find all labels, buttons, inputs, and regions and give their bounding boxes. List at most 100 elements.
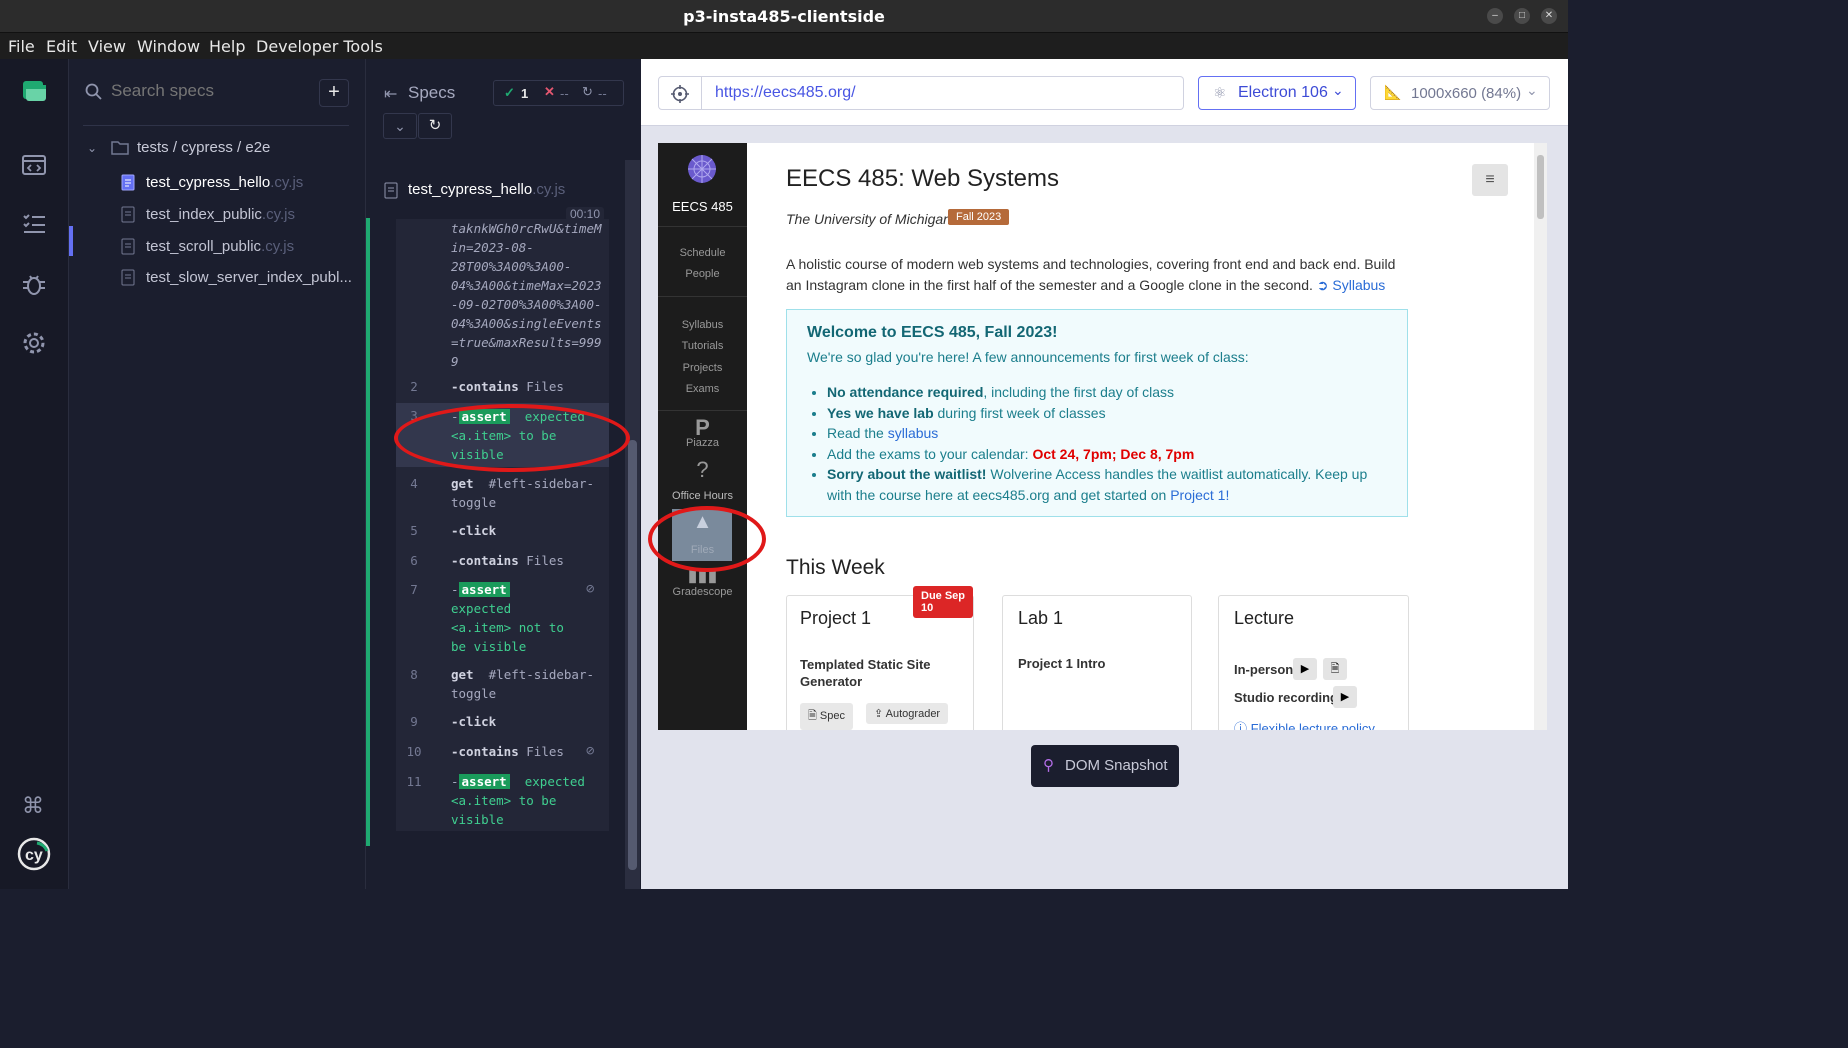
play-icon[interactable]: ▶ — [1333, 686, 1357, 708]
running-spec-ext: .cy.js — [532, 181, 566, 198]
spec-file-ext: .cy.js — [261, 238, 295, 255]
syllabus-inline-link[interactable]: syllabus — [888, 425, 939, 441]
divider — [83, 125, 349, 126]
site-brand[interactable]: EECS 485 — [658, 199, 747, 214]
close-button[interactable]: ✕ — [1541, 8, 1557, 24]
maximize-button[interactable]: □ — [1514, 8, 1530, 24]
folder-row[interactable]: ⌄ tests / cypress / e2e — [87, 139, 270, 156]
site-nav-people[interactable]: People — [658, 268, 747, 280]
spec-button[interactable]: 🗎 Spec — [800, 703, 853, 730]
site-nav-exams[interactable]: Exams — [658, 383, 747, 395]
menu-hamburger-icon[interactable]: ≡ — [1472, 164, 1508, 196]
command-row-assert[interactable]: 11 - assert expected <a.item> to be visible — [396, 772, 609, 831]
syllabus-link[interactable]: ➲ Syllabus — [1317, 277, 1386, 293]
menu-window[interactable]: Window — [137, 37, 200, 56]
failed-count: -- — [560, 86, 569, 101]
document-icon — [384, 182, 398, 199]
pdf-icon[interactable]: 🗎 — [1323, 658, 1347, 680]
command-row[interactable]: 4 get #left-sidebar-toggle — [396, 474, 609, 516]
menu-developer-tools[interactable]: Developer Tools — [256, 37, 383, 56]
card-title: Lab 1 — [1018, 608, 1064, 628]
command-row[interactable]: 2 -contains Files — [396, 377, 609, 399]
this-week-heading: This Week — [786, 556, 885, 579]
folder-icon — [111, 141, 129, 155]
browser-selector[interactable]: ⚛ Electron 106 ⌄ — [1198, 76, 1356, 110]
term-badge: Fall 2023 — [948, 209, 1010, 225]
announcement-item: Sorry about the waitlist! Wolverine Acce… — [827, 464, 1397, 505]
cypress-logo-icon[interactable] — [20, 77, 48, 105]
back-arrow-icon[interactable]: ⇤ — [384, 84, 397, 104]
document-icon — [121, 269, 135, 286]
specs-icon[interactable] — [20, 210, 48, 238]
site-description: A holistic course of modern web systems … — [786, 256, 1396, 293]
lecture-policy-link[interactable]: ⓘ Flexible lecture policy — [1234, 718, 1375, 730]
search-row: + — [83, 79, 349, 109]
collapse-chevron-button[interactable]: ⌄ — [383, 113, 417, 139]
settings-gear-icon[interactable] — [20, 329, 48, 357]
annotation-circle — [648, 506, 766, 572]
window-titlebar: p3-insta485-clientside – □ ✕ — [0, 0, 1568, 33]
document-icon — [121, 238, 135, 255]
reporter-scrollbar[interactable] — [625, 160, 640, 889]
document-icon — [121, 174, 135, 191]
menu-help[interactable]: Help — [209, 37, 245, 56]
menu-edit[interactable]: Edit — [46, 37, 77, 56]
divider — [658, 410, 747, 411]
running-spec-name: test_cypress_hello — [408, 181, 533, 198]
command-row[interactable]: 10 -contains Files ⊘ — [396, 742, 609, 764]
card-subtitle: Templated Static Site Generator — [800, 657, 931, 689]
scrollbar-thumb[interactable] — [628, 440, 637, 870]
electron-icon: ⚛ — [1213, 85, 1227, 102]
url-field[interactable]: https://eecs485.org/ — [702, 76, 1184, 110]
debug-bug-icon[interactable] — [20, 270, 48, 298]
site-nav-office-hours[interactable]: Office Hours — [658, 490, 747, 502]
site-nav-projects[interactable]: Projects — [658, 362, 747, 374]
runs-icon[interactable] — [20, 151, 48, 179]
command-row[interactable]: 8 get #left-sidebar-toggle — [396, 665, 609, 707]
visit-url-text: taknkWGh0rcRwU&timeM in=2023-08- 28T00%3A0… — [451, 221, 602, 369]
running-spec-row: test_cypress_hello.cy.js 00:10 — [366, 163, 626, 221]
in-person-label: In-person — [1234, 662, 1294, 677]
announcement-item: Yes we have lab during first week of cla… — [827, 403, 1397, 424]
project1-link[interactable]: Project 1! — [1170, 487, 1229, 503]
command-row[interactable]: 6 -contains Files — [396, 551, 609, 573]
selector-playground-button[interactable] — [658, 76, 702, 110]
autograder-button[interactable]: ⇪ Autograder — [866, 703, 949, 724]
play-icon[interactable]: ▶ — [1293, 658, 1317, 680]
search-specs-input[interactable] — [111, 81, 311, 101]
site-main: EECS 485: Web Systems The University of … — [786, 143, 1546, 730]
command-row[interactable]: 5 -click — [396, 521, 609, 543]
ruler-icon: 📐 — [1384, 84, 1402, 100]
dom-snapshot-label: DOM Snapshot — [1065, 757, 1168, 774]
cy-logo-icon[interactable]: cy — [17, 837, 51, 871]
divider — [658, 296, 747, 297]
viewport-selector[interactable]: 📐 1000x660 (84%) ⌄ — [1370, 76, 1550, 110]
studio-recordings-label: Studio recordings — [1234, 690, 1346, 705]
crosshair-icon — [671, 85, 689, 103]
viewport-label: 1000x660 (84%) — [1411, 85, 1522, 102]
minimize-button[interactable]: – — [1487, 8, 1503, 24]
menu-file[interactable]: File — [8, 37, 35, 56]
specs-header-label[interactable]: Specs — [408, 83, 455, 103]
site-scrollbar[interactable] — [1534, 143, 1547, 730]
add-spec-button[interactable]: + — [319, 79, 349, 107]
site-nav-schedule[interactable]: Schedule — [658, 247, 747, 259]
site-nav-gradescope[interactable]: Gradescope — [658, 586, 747, 598]
dom-snapshot-pill[interactable]: ⚲ DOM Snapshot — [1031, 745, 1179, 787]
project-card: Project 1 Due Sep 10 Templated Static Si… — [786, 586, 974, 730]
command-row-assert[interactable]: 7 - assert expected <a.item> not to be visib… — [396, 580, 609, 654]
site-nav-piazza[interactable]: Piazza — [658, 437, 747, 449]
rerun-button[interactable]: ↻ — [418, 113, 452, 139]
url-bar: https://eecs485.org/ ⚛ Electron 106 ⌄ 📐 … — [641, 59, 1568, 126]
site-subtitle: The University of Michigan — [786, 211, 951, 227]
menu-view[interactable]: View — [88, 37, 126, 56]
spec-file-ext: .cy.js — [270, 174, 304, 191]
command-icon[interactable]: ⌘ — [22, 793, 44, 819]
browser-label: Electron 106 — [1238, 84, 1328, 101]
command-row[interactable]: 9 -click — [396, 712, 609, 734]
scrollbar-thumb[interactable] — [1537, 155, 1544, 219]
site-nav-syllabus[interactable]: Syllabus — [658, 319, 747, 331]
command-log: taknkWGh0rcRwU&timeM in=2023-08- 28T00%3A0… — [396, 219, 609, 831]
site-nav-tutorials[interactable]: Tutorials — [658, 340, 747, 352]
reporter-panel: ⇤ Specs ✓ 1 ✕ -- ↻ -- ⌄ ↻ test_cypress_h… — [366, 59, 641, 889]
